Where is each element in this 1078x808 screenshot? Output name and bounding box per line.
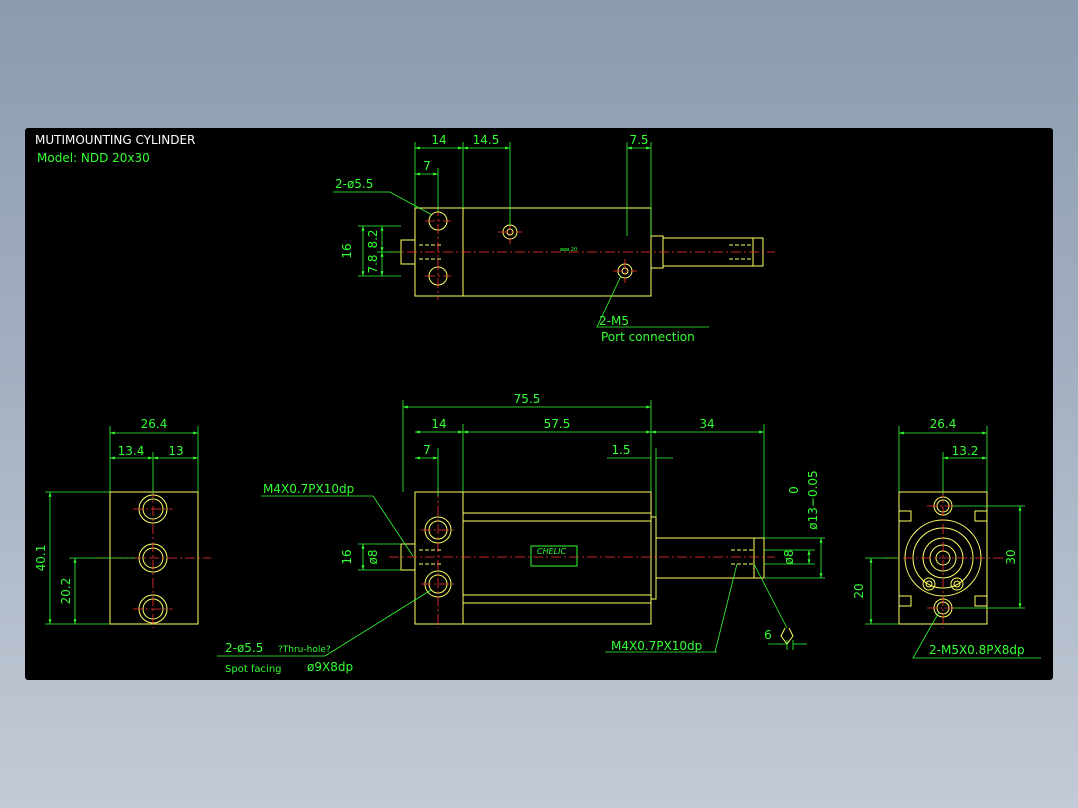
dim-14-top: 14 — [431, 133, 446, 147]
dim-75-5: 75.5 — [514, 392, 541, 406]
counterbore-callout: ø9X8dp — [307, 660, 353, 674]
dim-7-front: 7 — [423, 443, 431, 457]
dim-7-top: 7 — [423, 159, 431, 173]
dim-phi8-right: ø8 — [782, 550, 796, 565]
dim-14-front: 14 — [431, 417, 446, 431]
hole-callout-top: 2-ø5.5 — [335, 177, 373, 191]
dim-16-top: 16 — [340, 243, 354, 258]
drawing-sheet: MUTIMOUNTING CYLINDER Model: NDD 20x30 1… — [25, 128, 1053, 680]
right-view: 26.4 13.2 30 20 2-M5X0.8PX8dp — [852, 417, 1041, 659]
dim-26-4-left: 26.4 — [141, 417, 168, 431]
dim-13-4-left: 13.4 — [118, 444, 145, 458]
dim-20-right: 20 — [852, 583, 866, 598]
top-view-dimensions — [333, 142, 709, 328]
dim-13-2-right: 13.2 — [952, 444, 979, 458]
dim-26-4-right: 26.4 — [930, 417, 957, 431]
thread-callout-top: M4X0.7PX10dp — [263, 482, 354, 496]
top-centre-text: øøø.20 — [560, 247, 577, 253]
dim-phi8-left: ø8 — [366, 550, 380, 565]
dim-20-2-left: 20.2 — [59, 578, 73, 605]
thread-callout-right: 2-M5X0.8PX8dp — [929, 643, 1025, 657]
dim-1-5: 1.5 — [611, 443, 630, 457]
port-description: Port connection — [601, 330, 695, 344]
port-callout: 2-M5 — [599, 314, 629, 328]
thru-hole-note: ?Thru-hole? — [278, 645, 331, 655]
brand-label: CHELIC — [537, 547, 566, 556]
top-view: 14 14.5 7.5 7 2-ø5.5 16 8.2 7.8 2-M5 Por… — [333, 133, 775, 344]
front-view-outline — [400, 491, 794, 645]
hole-callout-front: 2-ø5.5 — [225, 641, 263, 655]
front-view: 75.5 14 57.5 34 7 1.5 M4X0.7PX10dp 16 ø8… — [217, 392, 825, 675]
dim-30-right: 30 — [1004, 549, 1018, 564]
cad-drawing: 14 14.5 7.5 7 2-ø5.5 16 8.2 7.8 2-M5 Por… — [34, 133, 1041, 675]
dim-34: 34 — [699, 417, 714, 431]
dim-tolerance-upper: 0 — [787, 486, 801, 494]
dim-7-8-top: 7.8 — [366, 254, 380, 273]
dim-phi13: ø13−0.05 — [806, 470, 820, 529]
dim-7-5-top: 7.5 — [629, 133, 648, 147]
dim-6: 6 — [764, 628, 772, 642]
left-view: 26.4 13.4 13 40.1 20.2 — [34, 417, 211, 628]
dim-13-left: 13 — [168, 444, 183, 458]
thread-callout-bottom: M4X0.7PX10dp — [611, 639, 702, 653]
spot-facing-note: Spot facing — [225, 664, 282, 675]
dim-14-5-top: 14.5 — [473, 133, 500, 147]
dim-16-front: 16 — [340, 549, 354, 564]
dim-40-1-left: 40.1 — [34, 545, 48, 572]
dim-8-2-top: 8.2 — [366, 229, 380, 248]
dim-57-5: 57.5 — [544, 417, 571, 431]
